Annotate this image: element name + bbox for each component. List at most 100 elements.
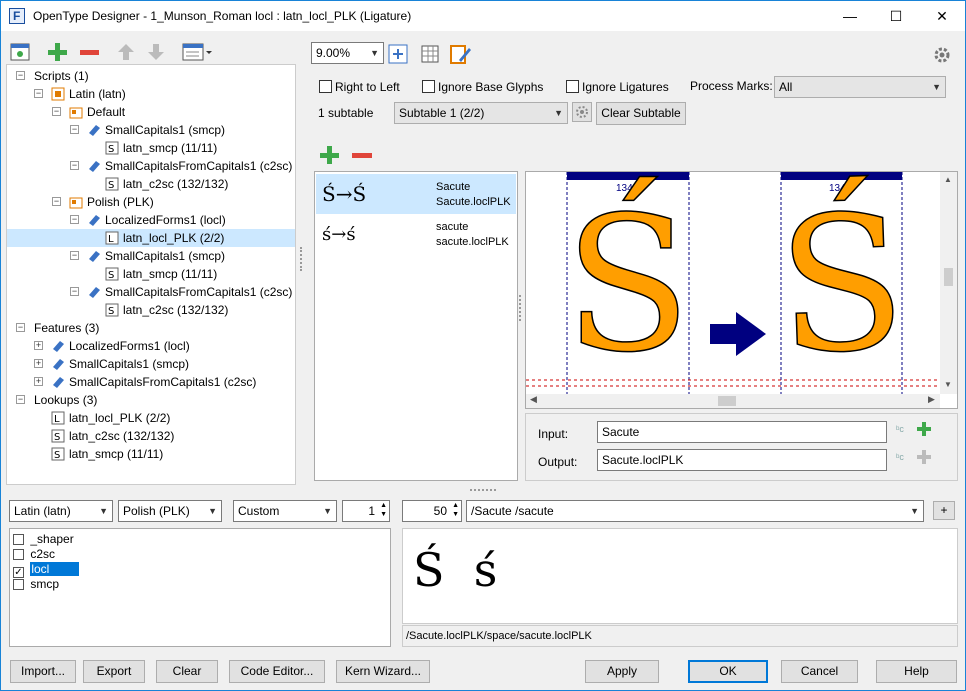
feature-item[interactable]: smcp (13, 577, 59, 591)
feature-checkbox[interactable] (13, 579, 24, 590)
collapse-scripts[interactable]: − (16, 71, 25, 80)
edit-glyph-icon[interactable] (449, 43, 471, 65)
tree-smallcapsfrom1[interactable]: SmallCapitalsFromCapitals1 (c2sc) (87, 157, 292, 175)
feature-item[interactable]: _shaper (13, 532, 74, 546)
remove-icon[interactable] (78, 41, 100, 63)
help-button[interactable]: Help (876, 660, 957, 683)
settings-gear-icon[interactable] (931, 44, 953, 66)
collapse-smcp2[interactable]: − (70, 251, 79, 260)
move-down-icon[interactable] (145, 41, 167, 63)
tree-lookups[interactable]: Lookups (3) (34, 391, 97, 409)
ok-button[interactable]: OK (688, 660, 768, 683)
close-button[interactable]: ✕ (919, 1, 965, 31)
tree-latn-smcp2[interactable]: Slatn_smcp (11/11) (105, 265, 217, 283)
maximize-button[interactable]: ☐ (873, 1, 919, 31)
add-icon[interactable] (46, 41, 68, 63)
tree-l-c2sc[interactable]: Slatn_c2sc (132/132) (51, 427, 174, 445)
stepper-arrows-icon[interactable]: ▲ ▼ (452, 501, 459, 519)
add-output-icon[interactable] (916, 449, 932, 468)
kern-wizard-button[interactable]: Kern Wizard... (336, 660, 430, 683)
scroll-down-icon[interactable]: ▼ (944, 380, 952, 389)
tree-f-smallcaps[interactable]: SmallCapitals1 (smcp) (51, 355, 189, 373)
add-input-icon[interactable] (916, 421, 932, 440)
collapse-default[interactable]: − (52, 107, 61, 116)
subtable-settings-icon[interactable] (572, 102, 592, 122)
code-editor-button[interactable]: Code Editor... (229, 660, 325, 683)
tree-f-smallcapsfrom[interactable]: SmallCapitalsFromCapitals1 (c2sc) (51, 373, 256, 391)
rules-splitter[interactable] (519, 295, 522, 321)
zoom-combo[interactable]: 9.00% ▼ (311, 42, 384, 64)
collapse-features[interactable]: − (16, 323, 25, 332)
rule-row-selected[interactable]: Ś→Ś Sacute Sacute.loclPLK (316, 174, 516, 214)
feature-item-selected[interactable]: ✓ locl (13, 562, 80, 578)
feature-item[interactable]: c2sc (13, 547, 55, 561)
horizontal-splitter[interactable] (470, 489, 496, 492)
tree-latn-locl-selected[interactable]: Llatn_locl_PLK (2/2) (7, 229, 295, 247)
export-button[interactable]: Export (83, 660, 145, 683)
collapse-lookups[interactable]: − (16, 395, 25, 404)
clear-button[interactable]: Clear (156, 660, 218, 683)
text-combo[interactable]: /Sacute /sacute ▼ (466, 500, 924, 522)
vscroll-thumb[interactable] (944, 268, 953, 286)
expand-f-c2sc[interactable]: + (34, 377, 43, 386)
preview-window-icon[interactable] (9, 41, 31, 63)
rule-row[interactable]: ś→ś sacute sacute.loclPLK (316, 216, 516, 256)
tree-polish[interactable]: Polish (PLK) (69, 193, 154, 211)
expand-f-locl[interactable]: + (34, 341, 43, 350)
add-text-button[interactable]: + (933, 501, 955, 520)
tree-localized1[interactable]: LocalizedForms1 (locl) (87, 211, 226, 229)
ignore-lig-checkbox[interactable] (566, 80, 579, 93)
glyph-vscrollbar[interactable]: ▲ ▼ (940, 172, 957, 394)
view-options-icon[interactable] (181, 41, 215, 63)
glyph-picker-icon[interactable]: ᵇc (896, 424, 910, 440)
apply-button[interactable]: Apply (585, 660, 659, 683)
input-glyph[interactable]: Ś (563, 181, 692, 388)
tree-features[interactable]: Features (3) (34, 319, 99, 337)
tree-latn-c2sc2[interactable]: Slatn_c2sc (132/132) (105, 301, 228, 319)
collapse-locl[interactable]: − (70, 215, 79, 224)
hscroll-thumb[interactable] (718, 396, 736, 406)
cancel-button[interactable]: Cancel (781, 660, 858, 683)
tree-smallcaps1[interactable]: SmallCapitals1 (smcp) (87, 121, 225, 139)
collapse-c2sc1[interactable]: − (70, 161, 79, 170)
tree-latn-c2sc[interactable]: Slatn_c2sc (132/132) (105, 175, 228, 193)
remove-rule-icon[interactable] (351, 144, 373, 166)
output-glyph[interactable]: Ś (774, 173, 910, 396)
tree-latn-smcp[interactable]: Slatn_smcp (11/11) (105, 139, 217, 157)
expand-f-smcp[interactable]: + (34, 359, 43, 368)
glyph-grid-icon[interactable] (419, 43, 441, 65)
stepper-arrows-icon[interactable]: ▲ ▼ (380, 501, 387, 519)
input-field[interactable]: Sacute (597, 421, 887, 443)
glyph-hscrollbar[interactable]: ◀ ▶ (526, 394, 940, 408)
scroll-right-icon[interactable]: ▶ (928, 394, 935, 405)
rtl-checkbox[interactable] (319, 80, 332, 93)
collapse-c2sc2[interactable]: − (70, 287, 79, 296)
feature-checkbox[interactable] (13, 549, 24, 560)
tree-latin[interactable]: Latin (latn) (51, 85, 126, 103)
tree-l-locl[interactable]: Llatn_locl_PLK (2/2) (51, 409, 170, 427)
tree-default[interactable]: Default (69, 103, 125, 121)
minimize-button[interactable]: — (827, 1, 873, 31)
tree-scripts[interactable]: Scripts (1) (34, 67, 89, 85)
glyph-picker-icon[interactable]: ᵇc (896, 452, 910, 468)
collapse-polish[interactable]: − (52, 197, 61, 206)
tree-smallcapsfrom2[interactable]: SmallCapitalsFromCapitals1 (c2sc) (87, 283, 292, 301)
mode-combo[interactable]: Custom ▼ (233, 500, 337, 522)
collapse-latin[interactable]: − (34, 89, 43, 98)
script-combo[interactable]: Latin (latn) ▼ (9, 500, 113, 522)
fit-to-window-icon[interactable] (387, 43, 409, 65)
output-field[interactable]: Sacute.loclPLK (597, 449, 887, 471)
tree-smallcaps2[interactable]: SmallCapitals1 (smcp) (87, 247, 225, 265)
process-marks-combo[interactable]: All ▼ (774, 76, 946, 98)
scroll-left-icon[interactable]: ◀ (530, 394, 537, 405)
feature-checkbox[interactable] (13, 534, 24, 545)
ignore-base-checkbox[interactable] (422, 80, 435, 93)
language-combo[interactable]: Polish (PLK) ▼ (118, 500, 222, 522)
clear-subtable-button[interactable]: Clear Subtable (596, 102, 686, 125)
move-up-icon[interactable] (115, 41, 137, 63)
tree-l-smcp[interactable]: Slatn_smcp (11/11) (51, 445, 163, 463)
count-stepper[interactable]: 1 ▲ ▼ (342, 500, 390, 522)
tree-f-localized[interactable]: LocalizedForms1 (locl) (51, 337, 190, 355)
collapse-smcp1[interactable]: − (70, 125, 79, 134)
import-button[interactable]: Import... (10, 660, 76, 683)
